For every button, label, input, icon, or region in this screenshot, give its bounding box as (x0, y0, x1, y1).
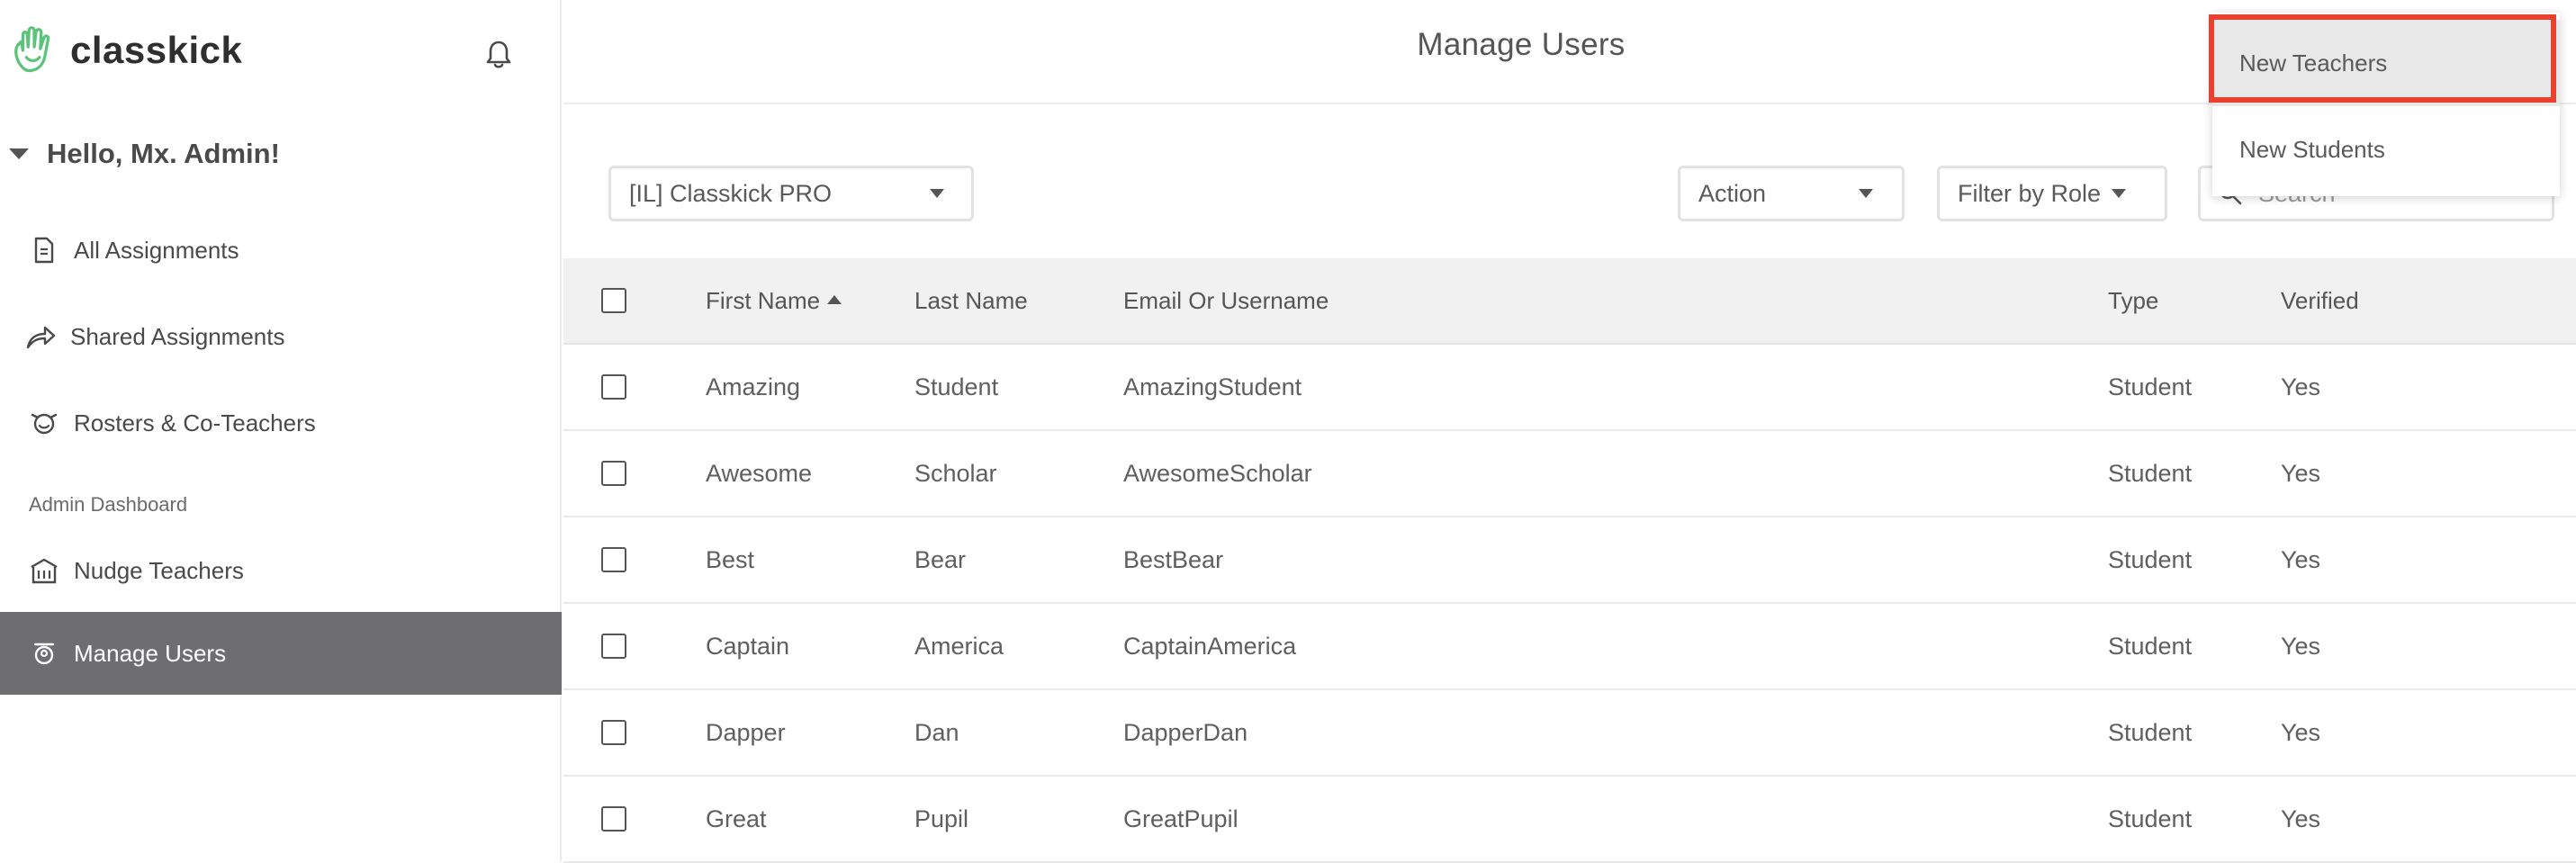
sidebar-item-label: Nudge Teachers (74, 556, 244, 584)
email-cell: BestBear (1123, 545, 1224, 573)
row-checkbox[interactable] (601, 374, 626, 400)
school-select[interactable]: [IL] Classkick PRO (608, 166, 974, 221)
chevron-down-icon (2112, 189, 2127, 198)
last-name-cell: America (914, 632, 1004, 660)
verified-cell: Yes (2281, 632, 2321, 660)
sidebar-item-shared-assignments[interactable]: Shared Assignments (0, 295, 562, 378)
waving-hand-icon (14, 26, 50, 73)
first-name-cell: Captain (706, 632, 790, 660)
email-cell: GreatPupil (1123, 805, 1238, 832)
sidebar-item-all-assignments[interactable]: All Assignments (0, 209, 562, 292)
type-cell: Student (2108, 545, 2193, 573)
last-name-cell: Dan (914, 718, 959, 746)
column-header-email[interactable]: Email Or Username (1123, 287, 1329, 315)
row-checkbox[interactable] (601, 634, 626, 659)
type-cell: Student (2108, 632, 2193, 660)
column-header-type[interactable]: Type (2108, 287, 2158, 315)
table-row[interactable]: Great Pupil GreatPupil Student Yes (563, 777, 2576, 863)
table-row[interactable]: Captain America CaptainAmerica Student Y… (563, 604, 2576, 690)
last-name-cell: Bear (914, 545, 967, 573)
page-title: Manage Users (1417, 27, 1626, 62)
sidebar-item-label: Rosters & Co-Teachers (74, 409, 316, 436)
greeting-text: Hello, Mx. Admin! (47, 138, 280, 169)
email-cell: AmazingStudent (1123, 373, 1302, 400)
school-select-value: [IL] Classkick PRO (629, 179, 833, 207)
sidebar-item-label: Shared Assignments (70, 322, 285, 350)
users-table: First Name Last Name Email Or Username T… (563, 258, 2576, 863)
table-row[interactable]: Dapper Dan DapperDan Student Yes (563, 690, 2576, 777)
verified-cell: Yes (2281, 373, 2321, 400)
table-header-row: First Name Last Name Email Or Username T… (563, 258, 2576, 345)
brand-name: classkick (70, 29, 243, 71)
document-icon (29, 235, 59, 265)
column-header-first-name[interactable]: First Name (706, 287, 842, 315)
type-cell: Student (2108, 373, 2193, 400)
last-name-cell: Scholar (914, 459, 997, 487)
verified-cell: Yes (2281, 545, 2321, 573)
notifications-button[interactable] (481, 36, 517, 72)
caret-down-icon (9, 148, 29, 159)
account-menu-toggle[interactable]: Hello, Mx. Admin! (9, 133, 280, 175)
menu-item-new-teachers[interactable]: New Teachers (2212, 20, 2560, 106)
type-cell: Student (2108, 805, 2193, 832)
type-cell: Student (2108, 459, 2193, 487)
action-select-value: Action (1698, 179, 1767, 207)
first-name-cell: Best (706, 545, 755, 573)
first-name-cell: Awesome (706, 459, 813, 487)
role-filter-select[interactable]: Filter by Role (1937, 166, 2167, 221)
last-name-cell: Pupil (914, 805, 969, 832)
face-icon (29, 408, 59, 438)
sidebar-item-label: All Assignments (74, 236, 239, 264)
sort-ascending-icon (827, 294, 842, 304)
last-name-cell: Student (914, 373, 999, 400)
sidebar: classkick Hello, Mx. Admin! All Assignme… (0, 0, 562, 862)
row-checkbox[interactable] (601, 547, 626, 572)
email-cell: AwesomeScholar (1123, 459, 1312, 487)
table-row[interactable]: Awesome Scholar AwesomeScholar Student Y… (563, 431, 2576, 517)
first-name-cell: Dapper (706, 718, 786, 746)
table-row[interactable]: Amazing Student AmazingStudent Student Y… (563, 345, 2576, 431)
chevron-down-icon (1859, 189, 1873, 198)
column-header-verified[interactable]: Verified (2281, 287, 2359, 315)
person-badge-icon (29, 638, 59, 669)
column-header-last-name[interactable]: Last Name (914, 287, 1028, 315)
first-name-cell: Great (706, 805, 767, 832)
email-cell: DapperDan (1123, 718, 1248, 746)
role-filter-value: Filter by Role (1958, 179, 2102, 207)
bell-icon (486, 40, 511, 68)
school-building-icon (29, 555, 59, 586)
action-select[interactable]: Action (1678, 166, 1905, 221)
email-cell: CaptainAmerica (1123, 632, 1297, 660)
admin-dashboard-heading: Admin Dashboard (29, 493, 188, 516)
verified-cell: Yes (2281, 459, 2321, 487)
row-checkbox[interactable] (601, 806, 626, 832)
select-all-checkbox[interactable] (601, 288, 626, 313)
row-checkbox[interactable] (601, 720, 626, 745)
sidebar-item-rosters[interactable]: Rosters & Co-Teachers (0, 382, 562, 464)
table-row[interactable]: Best Bear BestBear Student Yes (563, 517, 2576, 604)
share-arrow-icon (25, 321, 56, 352)
sidebar-item-manage-users[interactable]: Manage Users (0, 612, 562, 695)
new-users-dropdown: New Teachers New Students (2212, 13, 2560, 196)
row-checkbox[interactable] (601, 461, 626, 486)
logo[interactable]: classkick (9, 22, 242, 79)
sidebar-item-nudge-teachers[interactable]: Nudge Teachers (0, 529, 562, 612)
column-header-label: First Name (706, 286, 821, 314)
chevron-down-icon (930, 189, 944, 198)
verified-cell: Yes (2281, 718, 2321, 746)
sidebar-item-label: Manage Users (74, 639, 227, 667)
type-cell: Student (2108, 718, 2193, 746)
verified-cell: Yes (2281, 805, 2321, 832)
first-name-cell: Amazing (706, 373, 801, 400)
menu-item-new-students[interactable]: New Students (2212, 106, 2560, 193)
